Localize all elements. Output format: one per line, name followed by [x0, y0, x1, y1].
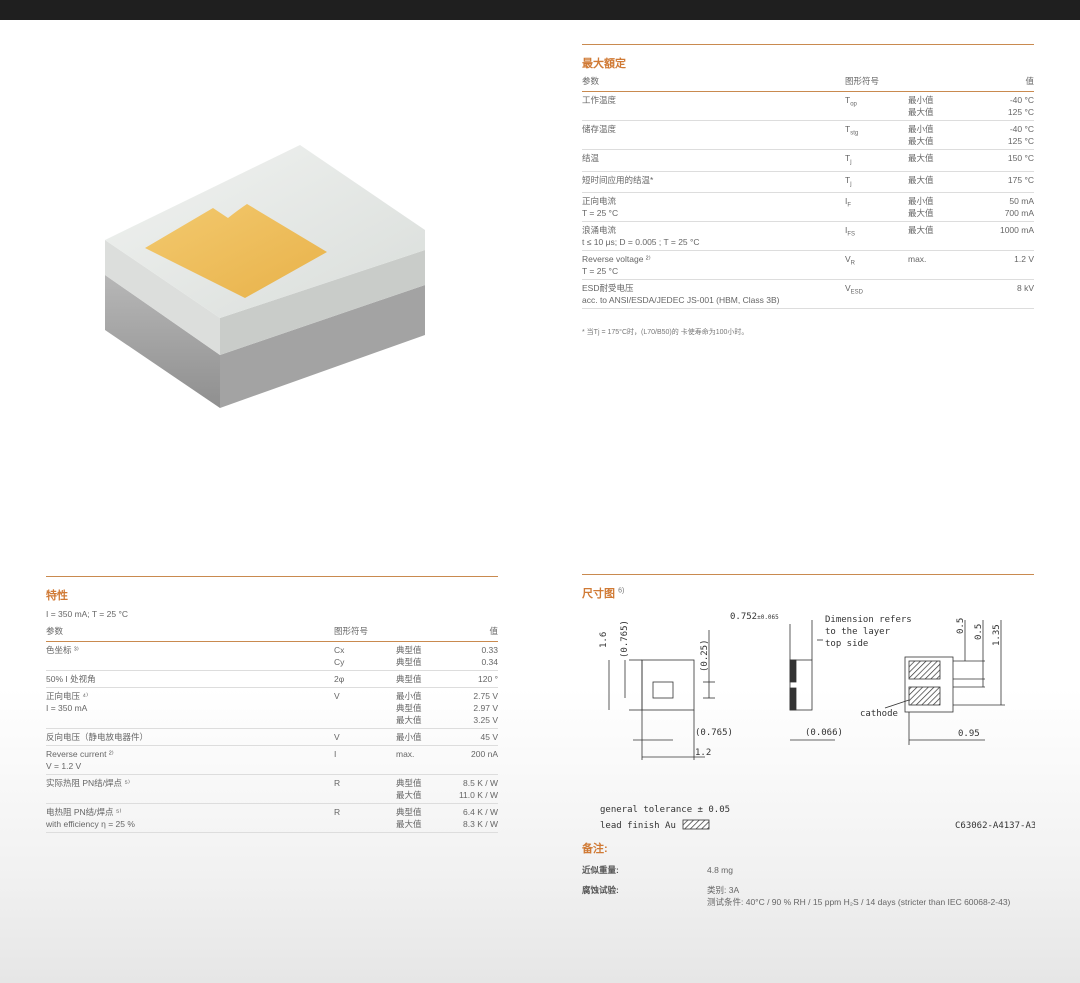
- dim-label: 0.752±0.065: [730, 612, 779, 622]
- table-row: 正向电压 ⁴⁾ I = 350 mA V 最小值 典型值 最大值 2.75 V 2.97 V3…: [46, 687, 498, 729]
- section-title: 备注:: [582, 843, 608, 855]
- table-row: ESD耐受电压 acc. to ANSI/ESDA/JEDEC JS-001 (H…: [582, 279, 1034, 310]
- led-product-image: [105, 145, 425, 408]
- dim-label: 0.5: [956, 618, 966, 634]
- weight-value: 4.8 mg: [707, 865, 733, 875]
- tolerance-note: general tolerance ± 0.05: [600, 805, 730, 815]
- dim-label: (0.066): [805, 728, 843, 738]
- top-bar: [0, 0, 1080, 20]
- dim-label: (0.765): [695, 728, 733, 738]
- table-row: 50% I 处视角 2φ 典型值 120 °: [46, 670, 498, 688]
- dim-note: to the layer: [825, 627, 891, 637]
- cathode-label: cathode: [860, 709, 898, 719]
- table-row: 正向电流 T = 25 °C IF 最小值 最大值 50 mA 700 mA: [582, 192, 1034, 223]
- table-row: 短时间应用的结温* Tj 最大值 175 °C: [582, 171, 1034, 194]
- dim-label: (0.765): [620, 620, 630, 658]
- section-title: 特性: [46, 590, 68, 602]
- drawing-code: C63062-A4137-A3-03: [955, 821, 1035, 831]
- table-row: 实际热阻 PN结/焊点 ⁵⁾ R 典型值 最大值 8.5 K / W 11.0 K / W: [46, 774, 498, 804]
- dim-label: 1.2: [695, 748, 711, 758]
- remarks-section: 备注: 近似重量: 4.8 mg 腐蚀试验: 类别: 3A 测试条件: 40°C…: [582, 840, 1034, 930]
- table-row: 电热阻 PN结/焊点 ⁵⁾ with efficiency η = 25 % R 典型…: [46, 803, 498, 833]
- dim-note: Dimension refers: [825, 615, 912, 625]
- dim-label: 1.6: [599, 632, 609, 648]
- dim-label: 1.35: [992, 624, 1002, 646]
- dimensions-section: 尺寸图 6): [582, 574, 1034, 601]
- characteristics-table: 参数 图形符号 值 色坐标 ³⁾ Cx Cy 典型值 典型值 0.33 0.34 50% I…: [46, 623, 498, 833]
- weight-label: 近似重量:: [582, 865, 619, 875]
- dimension-drawing: 1.6 (0.765) (0.25) (0.765) 1.2 0.752±0.0…: [599, 612, 1035, 831]
- table-row: 储存温度 Tstg 最小值 最大值 -40 °C 125 °C: [582, 120, 1034, 150]
- section-title: 尺寸图 6): [582, 587, 625, 600]
- table-row: 工作温度 Top 最小值 最大值 -40 °C 125 °C: [582, 91, 1034, 121]
- corrosion-condition: 测试条件: 40°C / 90 % RH / 15 ppm H₂S / 14 d…: [707, 897, 1011, 907]
- lead-finish-note: lead finish Au: [600, 821, 676, 831]
- section-title: 最大額定: [582, 58, 626, 70]
- table-header: 参数 图形符号 值: [582, 73, 1034, 92]
- max-ratings-section: 最大額定 参数 图形符号 值 工作温度 Top 最小值 最大值 -40 °C 125 °C…: [582, 44, 1034, 337]
- dim-label: (0.25): [700, 639, 710, 672]
- ratings-table: 参数 图形符号 值 工作温度 Top 最小值 最大值 -40 °C 125 °C 储存温度…: [582, 73, 1034, 310]
- table-row: 反向电压（静电放电器件） V 最小值 45 V: [46, 728, 498, 746]
- table-row: 浪涌电流 t ≤ 10 μs; D = 0.005 ; T = 25 °C IFS 最…: [582, 221, 1034, 252]
- dim-note: top side: [825, 639, 868, 649]
- dim-label: 0.5: [974, 624, 984, 640]
- table-row: 色坐标 ³⁾ Cx Cy 典型值 典型值 0.33 0.34: [46, 641, 498, 671]
- table-row: 结温 Tj 最大值 150 °C: [582, 149, 1034, 172]
- corrosion-label: 腐蚀试验:: [582, 885, 619, 895]
- table-row: Reverse current ²⁾ V = 1.2 V Imax. 200 nA: [46, 745, 498, 775]
- footnote: * 当Tj = 175°C时，(L70/B50)的 卡使寿命为100小时。: [582, 329, 749, 337]
- dim-label: 0.95: [958, 729, 980, 739]
- table-row: Reverse voltage ²⁾ T = 25 °C VR max. 1.2 V: [582, 250, 1034, 281]
- table-header: 参数 图形符号 值: [46, 623, 498, 642]
- characteristics-section: 特性 I = 350 mA; T = 25 °C 参数 图形符号 值 色坐标 ³…: [46, 576, 498, 833]
- test-condition: I = 350 mA; T = 25 °C: [46, 609, 128, 619]
- corrosion-class: 类别: 3A: [707, 885, 740, 895]
